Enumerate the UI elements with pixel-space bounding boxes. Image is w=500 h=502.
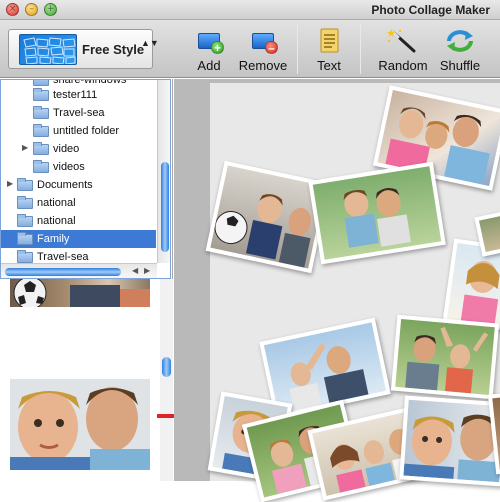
minimize-window-button[interactable]: – (25, 3, 38, 16)
scroll-right-arrow-icon[interactable]: ▶ (144, 266, 150, 275)
collage-style-value: Free Style (82, 42, 145, 57)
tree-item[interactable]: untitled folder (1, 122, 156, 140)
title-bar: × – + Photo Collage Maker (0, 0, 500, 20)
random-layout-button[interactable]: Random (378, 28, 428, 76)
collage-style-selector[interactable]: Free Style ▲▼ (8, 29, 159, 69)
remove-photo-button[interactable]: – Remove (238, 28, 288, 76)
shuffle-icon (444, 28, 476, 54)
random-button-label: Random (378, 58, 428, 73)
folder-tree-horizontal-scrollbar[interactable]: ◀ ▶ (1, 263, 157, 278)
scrollbar-thumb[interactable] (162, 357, 171, 377)
tree-item-selected[interactable]: Family (1, 230, 156, 248)
folder-icon (33, 142, 49, 155)
folder-icon (33, 80, 49, 86)
toolbar-divider (297, 24, 298, 74)
photo-thumbnail[interactable] (10, 279, 150, 307)
tree-item[interactable]: national (1, 212, 156, 230)
collage-template-thumbnail-icon (19, 34, 77, 65)
collage-photo[interactable] (205, 160, 331, 274)
text-document-icon (313, 28, 345, 54)
folder-icon (17, 250, 33, 263)
folder-icon (17, 232, 33, 245)
shuffle-button-label: Shuffle (439, 58, 481, 73)
remove-photo-icon: – (247, 28, 279, 54)
folder-icon (33, 106, 49, 119)
tree-item[interactable]: ▶ Documents (1, 176, 156, 194)
scroll-left-arrow-icon[interactable]: ◀ (132, 266, 138, 275)
folder-icon (33, 160, 49, 173)
close-window-button[interactable]: × (6, 3, 19, 16)
tree-item[interactable]: national (1, 194, 156, 212)
toolbar: Free Style ▲▼ + Add – Remove Text Random… (0, 20, 500, 78)
folder-tree-vertical-scrollbar[interactable] (157, 80, 170, 263)
collage-canvas-area (174, 79, 500, 502)
folder-icon (17, 214, 33, 227)
collage-photo[interactable] (308, 161, 446, 265)
collage-photo[interactable] (390, 314, 500, 400)
add-text-button[interactable]: Text (311, 28, 347, 76)
folder-icon (33, 124, 49, 137)
toolbar-divider (360, 24, 361, 74)
add-button-label: Add (197, 58, 221, 73)
disclosure-triangle-icon[interactable]: ▶ (7, 179, 13, 188)
remove-button-label: Remove (238, 58, 288, 73)
tree-item[interactable]: Travel-sea (1, 104, 156, 122)
scrollbar-thumb[interactable] (161, 162, 169, 252)
folder-icon (33, 88, 49, 101)
tree-item[interactable]: tester111 (1, 86, 156, 104)
add-photo-button[interactable]: + Add (190, 28, 228, 76)
documents-folder-icon (17, 178, 33, 191)
folder-icon (17, 196, 33, 209)
photo-browser-scrollbar[interactable] (160, 279, 173, 481)
disclosure-triangle-icon[interactable]: ▶ (22, 143, 28, 152)
select-arrows-icon: ▲▼ (141, 38, 159, 48)
scrollbar-thumb[interactable] (5, 268, 121, 276)
tree-item[interactable]: videos (1, 158, 156, 176)
maximize-window-button[interactable]: + (44, 3, 57, 16)
collage-canvas[interactable] (205, 83, 500, 502)
window-title: Photo Collage Maker (371, 3, 490, 17)
magic-wand-icon (387, 28, 419, 54)
shuffle-button[interactable]: Shuffle (438, 28, 482, 76)
add-photo-icon: + (193, 28, 225, 54)
collage-photo[interactable] (399, 395, 500, 487)
folder-tree[interactable]: share-windows tester111 Travel-sea untit… (0, 79, 171, 279)
photo-thumbnail[interactable] (10, 379, 150, 470)
tree-item[interactable]: ▶ video (1, 140, 156, 158)
text-button-label: Text (317, 58, 341, 73)
